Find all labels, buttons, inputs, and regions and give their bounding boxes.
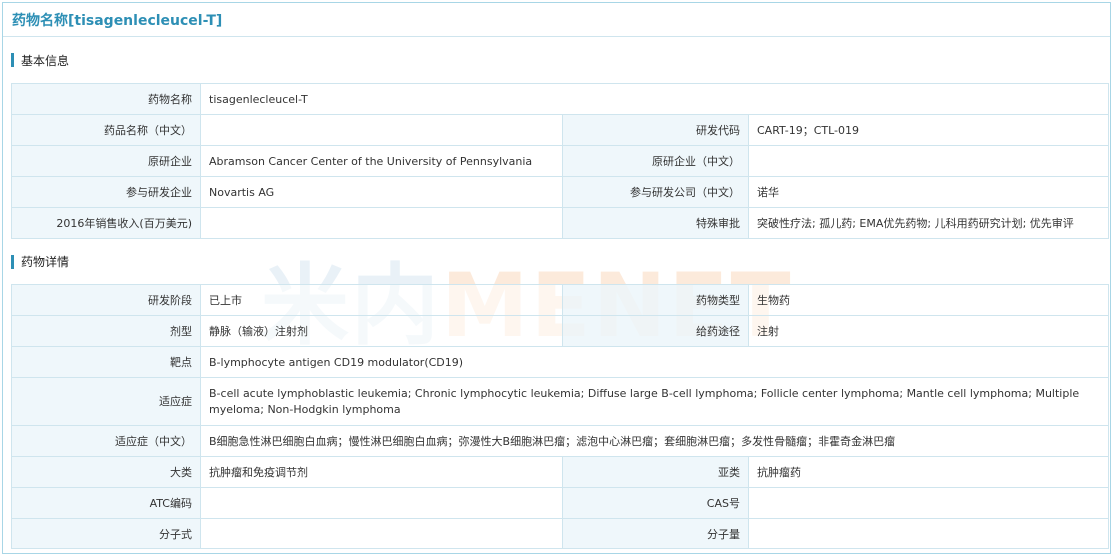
field-value (200, 114, 563, 146)
field-label: 适应症 (11, 377, 201, 426)
field-value: CART-19；CTL-019 (748, 114, 1109, 146)
field-label: 药品名称（中文） (11, 114, 201, 146)
field-value (748, 145, 1109, 177)
field-label: 分子式 (11, 518, 201, 549)
field-label: 原研企业（中文） (562, 145, 749, 177)
section-header-basic-info: 基本信息 (3, 37, 1110, 83)
field-value: 抗肿瘤药 (748, 456, 1109, 488)
field-label: 适应症（中文） (11, 425, 201, 457)
field-label: 药物类型 (562, 284, 749, 316)
field-value: 生物药 (748, 284, 1109, 316)
table-row: 2016年销售收入(百万美元) 特殊审批 突破性疗法; 孤儿药; EMA优先药物… (11, 207, 1109, 239)
section-marker (11, 254, 14, 269)
field-label: CAS号 (562, 487, 749, 519)
field-value: 诺华 (748, 176, 1109, 208)
table-row: 参与研发企业 Novartis AG 参与研发公司（中文） 诺华 (11, 176, 1109, 208)
table-row: 靶点 B-lymphocyte antigen CD19 modulator(C… (11, 346, 1109, 378)
field-label: 给药途径 (562, 315, 749, 347)
drug-detail-panel: 药物名称[tisagenlecleucel-T] 米内MENET 基本信息 药物… (2, 2, 1111, 554)
table-row: 原研企业 Abramson Cancer Center of the Unive… (11, 145, 1109, 177)
section-title-basic-info: 基本信息 (21, 53, 70, 68)
table-row: 分子式 分子量 (11, 518, 1109, 549)
field-value: 已上市 (200, 284, 563, 316)
field-value (748, 487, 1109, 519)
table-row: 适应症 B-cell acute lymphoblastic leukemia;… (11, 377, 1109, 426)
field-value: tisagenlecleucel-T (200, 83, 1109, 115)
field-label: 亚类 (562, 456, 749, 488)
table-row: 药物名称 tisagenlecleucel-T (11, 83, 1109, 115)
field-value (748, 518, 1109, 549)
field-label: 参与研发企业 (11, 176, 201, 208)
table-row: ATC编码 CAS号 (11, 487, 1109, 519)
field-label: 研发阶段 (11, 284, 201, 316)
field-label: 剂型 (11, 315, 201, 347)
field-value (200, 207, 563, 239)
section-title-drug-details: 药物详情 (21, 255, 70, 269)
field-value: B-lymphocyte antigen CD19 modulator(CD19… (200, 346, 1109, 378)
field-label: 药物名称 (11, 83, 201, 115)
field-value: 注射 (748, 315, 1109, 347)
field-label: 靶点 (11, 346, 201, 378)
section-header-drug-details: 药物详情 (3, 239, 1110, 284)
field-label: 2016年销售收入(百万美元) (11, 207, 201, 239)
field-value: 抗肿瘤和免疫调节剂 (200, 456, 563, 488)
field-value: 突破性疗法; 孤儿药; EMA优先药物; 儿科用药研究计划; 优先审评 (748, 207, 1109, 239)
table-row: 研发阶段 已上市 药物类型 生物药 (11, 284, 1109, 316)
title-bar: 药物名称[tisagenlecleucel-T] (3, 3, 1110, 37)
field-label: 分子量 (562, 518, 749, 549)
field-label: 参与研发公司（中文） (562, 176, 749, 208)
table-row: 药品名称（中文） 研发代码 CART-19；CTL-019 (11, 114, 1109, 146)
field-value (200, 518, 563, 549)
table-row: 剂型 静脉（输液）注射剂 给药途径 注射 (11, 315, 1109, 347)
field-label: 研发代码 (562, 114, 749, 146)
field-label: 特殊审批 (562, 207, 749, 239)
field-label: ATC编码 (11, 487, 201, 519)
drug-details-table: 研发阶段 已上市 药物类型 生物药 剂型 静脉（输液）注射剂 给药途径 注射 靶… (11, 284, 1109, 549)
table-row: 大类 抗肿瘤和免疫调节剂 亚类 抗肿瘤药 (11, 456, 1109, 488)
field-value: B-cell acute lymphoblastic leukemia; Chr… (200, 377, 1109, 426)
field-value: Abramson Cancer Center of the University… (200, 145, 563, 177)
field-label: 原研企业 (11, 145, 201, 177)
page-title: 药物名称[tisagenlecleucel-T] (12, 12, 223, 29)
field-value (200, 487, 563, 519)
table-row: 适应症（中文） B细胞急性淋巴细胞白血病；慢性淋巴细胞白血病；弥漫性大B细胞淋巴… (11, 425, 1109, 457)
field-label: 大类 (11, 456, 201, 488)
field-value: B细胞急性淋巴细胞白血病；慢性淋巴细胞白血病；弥漫性大B细胞淋巴瘤；滤泡中心淋巴… (200, 425, 1109, 457)
section-marker (11, 53, 14, 67)
field-value: Novartis AG (200, 176, 563, 208)
field-value: 静脉（输液）注射剂 (200, 315, 563, 347)
basic-info-table: 药物名称 tisagenlecleucel-T 药品名称（中文） 研发代码 CA… (11, 83, 1109, 239)
